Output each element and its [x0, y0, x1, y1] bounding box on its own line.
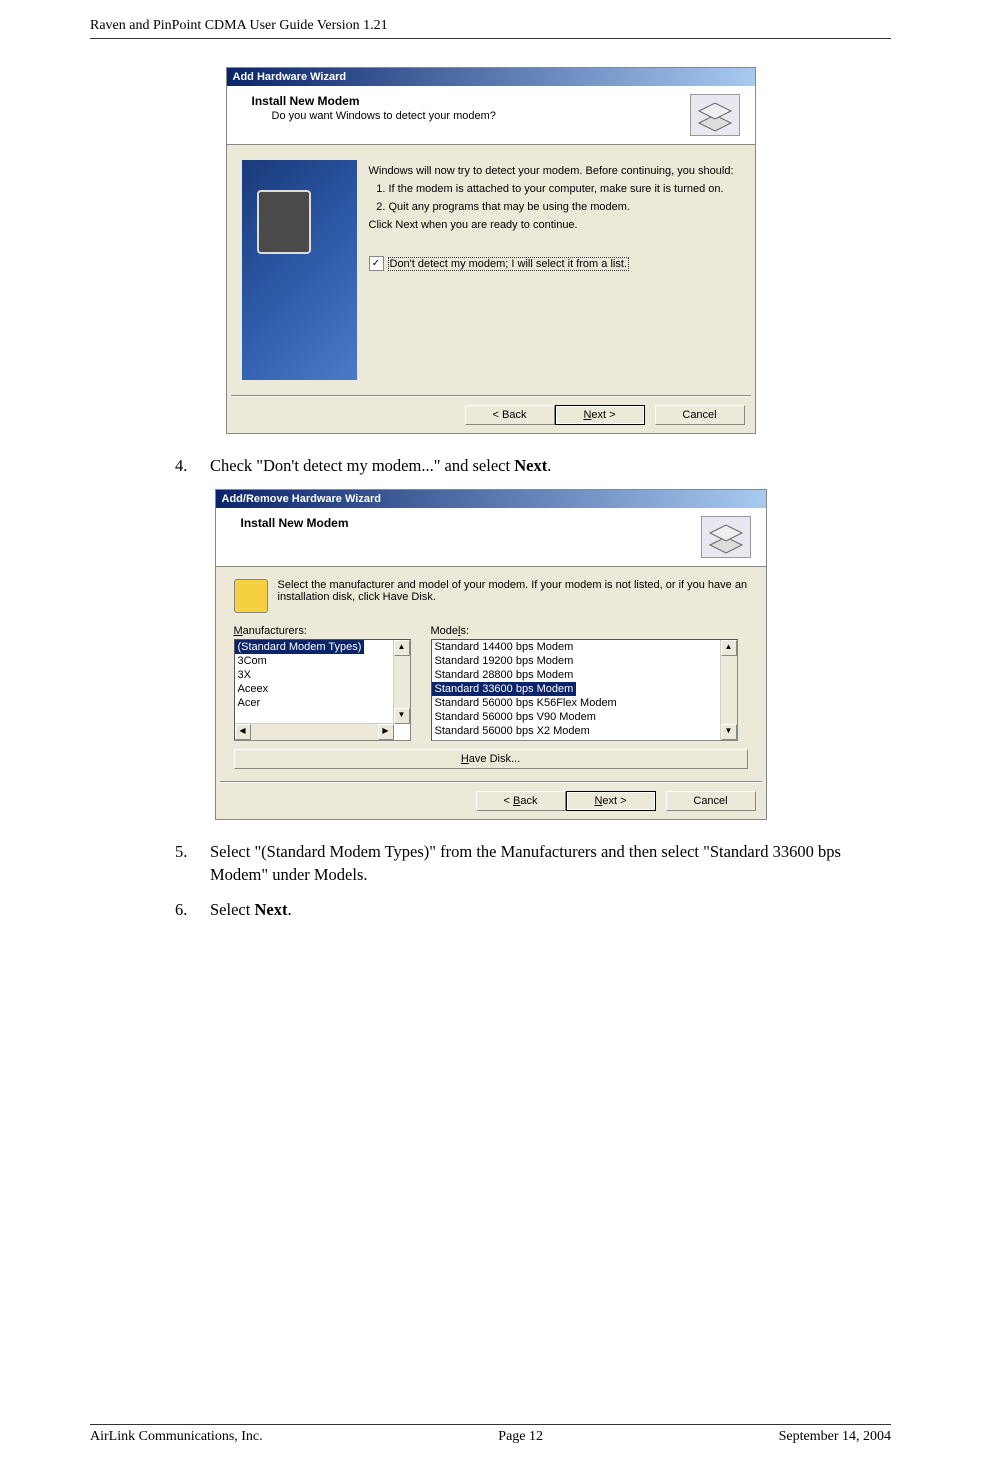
list-item[interactable]: 3X — [235, 668, 410, 682]
step-5: 5. Select "(Standard Modem Types)" from … — [175, 840, 891, 886]
list-item[interactable]: Standard 28800 bps Modem — [432, 668, 737, 682]
list-item[interactable]: Acer — [235, 696, 410, 710]
scrollbar[interactable]: ▲ ▼ — [720, 640, 737, 740]
models-listbox[interactable]: Standard 14400 bps Modem Standard 19200 … — [431, 639, 738, 741]
wizard-body-text: Windows will now try to detect your mode… — [369, 165, 740, 177]
wizard2-header: Install New Modem — [216, 508, 766, 567]
scroll-down-icon[interactable]: ▼ — [394, 708, 410, 724]
step-4: 4. Check "Don't detect my modem..." and … — [175, 454, 891, 477]
scrollbar[interactable]: ▲ ▼ — [393, 640, 410, 724]
scroll-down-icon[interactable]: ▼ — [721, 724, 737, 740]
cancel-button[interactable]: Cancel — [655, 405, 745, 425]
footer-page: Page 12 — [498, 1429, 543, 1445]
next-button[interactable]: Next > — [555, 405, 645, 425]
scrollbar-horizontal[interactable]: ◀ ▶ — [235, 723, 394, 740]
wizard-sidebar-image — [242, 160, 357, 380]
step-6: 6. Select Next. — [175, 898, 891, 921]
wizard2-description: Select the manufacturer and model of you… — [278, 579, 748, 607]
document-header: Raven and PinPoint CDMA User Guide Versi… — [90, 18, 891, 34]
list-item-1: If the modem is attached to your compute… — [389, 183, 740, 195]
scroll-up-icon[interactable]: ▲ — [394, 640, 410, 656]
manufacturers-listbox[interactable]: (Standard Modem Types) 3Com 3X Aceex Ace… — [234, 639, 411, 741]
list-item[interactable]: Standard 19200 bps Modem — [432, 654, 737, 668]
list-item[interactable]: 3Com — [235, 654, 410, 668]
scroll-left-icon[interactable]: ◀ — [235, 724, 251, 740]
wizard2-titlebar: Add/Remove Hardware Wizard — [216, 490, 766, 508]
dont-detect-checkbox[interactable]: ✓ — [369, 256, 384, 271]
back-button[interactable]: < Back — [476, 791, 566, 811]
list-item[interactable]: (Standard Modem Types) — [235, 640, 365, 654]
list-item[interactable]: Standard 56000 bps K56Flex Modem — [432, 696, 737, 710]
cancel-button[interactable]: Cancel — [666, 791, 756, 811]
wizard2-heading: Install New Modem — [226, 516, 701, 530]
wizard-subheading: Do you want Windows to detect your modem… — [237, 110, 690, 122]
back-button[interactable]: < Back — [465, 405, 555, 425]
scroll-up-icon[interactable]: ▲ — [721, 640, 737, 656]
list-item[interactable]: Standard 33600 bps Modem — [432, 682, 577, 696]
header-rule — [90, 38, 891, 39]
models-label: Models: — [431, 625, 738, 637]
list-item[interactable]: Standard 14400 bps Modem — [432, 640, 737, 654]
list-item[interactable]: Aceex — [235, 682, 410, 696]
list-item-2: Quit any programs that may be using the … — [389, 201, 740, 213]
wizard-titlebar: Add Hardware Wizard — [227, 68, 755, 86]
manufacturers-label: Manufacturers: — [234, 625, 411, 637]
wizard-body-text-2: Click Next when you are ready to continu… — [369, 219, 740, 231]
add-remove-hardware-wizard-dialog: Add/Remove Hardware Wizard Install New M… — [215, 489, 767, 820]
modem-icon — [234, 579, 268, 613]
scroll-right-icon[interactable]: ▶ — [378, 724, 394, 740]
page-footer: AirLink Communications, Inc. Page 12 Sep… — [90, 1424, 891, 1445]
footer-company: AirLink Communications, Inc. — [90, 1429, 263, 1445]
footer-date: September 14, 2004 — [779, 1429, 891, 1445]
list-item[interactable]: Standard 56000 bps X2 Modem — [432, 724, 737, 738]
add-hardware-wizard-dialog: Add Hardware Wizard Install New Modem Do… — [226, 67, 756, 434]
have-disk-button[interactable]: Have Disk... — [234, 749, 748, 769]
modem-header-icon-2 — [701, 516, 751, 558]
next-button[interactable]: Next > — [566, 791, 656, 811]
wizard-header: Install New Modem Do you want Windows to… — [227, 86, 755, 145]
checkbox-label: Don't detect my modem; I will select it … — [388, 257, 629, 271]
list-item[interactable]: Standard 56000 bps V90 Modem — [432, 710, 737, 724]
wizard-heading: Install New Modem — [237, 94, 690, 108]
modem-header-icon — [690, 94, 740, 136]
